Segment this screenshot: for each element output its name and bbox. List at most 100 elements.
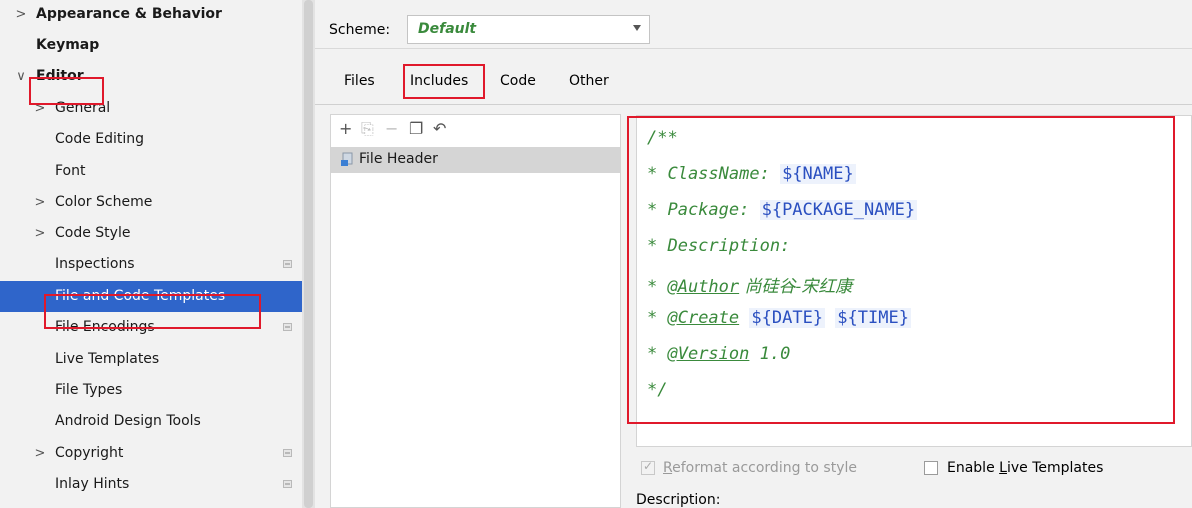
comment-text: 尚硅谷-宋红康	[739, 277, 853, 297]
sidebar-item-label: File Types	[55, 382, 123, 398]
sidebar-item-color-scheme[interactable]: > Color Scheme	[0, 187, 302, 218]
comment-text: * Package:	[647, 200, 760, 220]
template-code-editor[interactable]: /** * ClassName: ${NAME} * Package: ${PACK…	[636, 115, 1192, 447]
template-variable: ${PACKAGE_NAME}	[759, 200, 918, 220]
comment-text	[825, 308, 835, 328]
sidebar-item-file-and-code-templates[interactable]: File and Code Templates	[0, 281, 315, 312]
scheme-value: Default	[418, 21, 477, 37]
tab-includes[interactable]: Includes	[410, 73, 468, 89]
enable-live-templates-checkbox[interactable]	[924, 461, 938, 475]
tab-other[interactable]: Other	[569, 73, 609, 89]
sidebar-item-label: Keymap	[36, 37, 100, 53]
live-templates-label-rest: ive Templates	[1006, 460, 1104, 476]
live-templates-label-pre: Enable	[947, 460, 1000, 476]
dropdown-arrow-icon	[633, 25, 641, 31]
template-variable: ${NAME}	[780, 164, 856, 184]
sidebar-item-editor[interactable]: ∨ Editor	[0, 61, 302, 92]
sidebar-item-code-style[interactable]: > Code Style	[0, 218, 302, 249]
javadoc-tag: @Version	[667, 344, 750, 364]
sidebar-item-label: Editor	[36, 68, 84, 84]
code-line[interactable]: * Description:	[647, 236, 790, 256]
tabs-underline	[315, 104, 1192, 105]
javadoc-tag: @Create	[667, 308, 740, 328]
chevron-right-icon[interactable]: >	[14, 0, 28, 30]
javadoc-tag: @Author	[667, 277, 740, 297]
sidebar-item-label: Android Design Tools	[55, 413, 201, 429]
code-line[interactable]: * Package: ${PACKAGE_NAME}	[647, 200, 918, 220]
scheme-dropdown[interactable]: Default	[407, 15, 650, 44]
project-scope-icon	[283, 449, 292, 457]
sidebar-item-label: File Encodings	[55, 319, 155, 335]
reformat-label: Reformat according to style	[663, 460, 857, 476]
code-line[interactable]: * @Version 1.0	[647, 344, 790, 364]
chevron-right-icon[interactable]: >	[33, 93, 47, 124]
duplicate-icon[interactable]: ❐	[409, 119, 423, 138]
comment-text: * Description:	[647, 236, 791, 256]
comment-text: * ClassName:	[647, 164, 781, 184]
reformat-label-mnemonic: R	[663, 460, 673, 476]
code-line[interactable]: * ClassName: ${NAME}	[647, 164, 856, 184]
plus-icon[interactable]: +	[339, 119, 352, 138]
sidebar-item-code-editing[interactable]: Code Editing	[0, 124, 302, 155]
chevron-down-icon[interactable]: ∨	[14, 61, 28, 92]
live-templates-label-mnemonic: L	[999, 460, 1007, 476]
comment-text: */	[647, 380, 668, 400]
file-template-icon	[341, 152, 353, 166]
project-scope-icon	[283, 480, 292, 488]
template-toolbar: + ⎘ − ❐ ↶	[331, 115, 621, 145]
settings-sidebar: > Appearance & Behavior Keymap ∨ Editor > Gene…	[0, 0, 315, 508]
list-item-label: File Header	[359, 151, 438, 167]
sidebar-item-android-design-tools[interactable]: Android Design Tools	[0, 406, 302, 437]
code-line[interactable]: /**	[647, 128, 678, 148]
code-line[interactable]: * @Create ${DATE} ${TIME}	[647, 308, 911, 328]
scrollbar-thumb[interactable]	[304, 0, 313, 508]
sidebar-item-label: Inspections	[55, 256, 135, 272]
chevron-right-icon[interactable]: >	[33, 187, 47, 218]
tab-code[interactable]: Code	[500, 73, 536, 89]
sidebar-scrollbar[interactable]	[302, 0, 315, 508]
sidebar-item-appearance-behavior[interactable]: > Appearance & Behavior	[0, 0, 302, 30]
reset-icon[interactable]: ↶	[433, 119, 446, 138]
file-and-code-templates-panel: Scheme: Default Files Includes Code Othe…	[315, 0, 1192, 508]
code-line[interactable]: * @Author 尚硅谷-宋红康	[647, 272, 852, 297]
template-variable: ${DATE}	[749, 308, 826, 328]
sidebar-item-file-types[interactable]: File Types	[0, 375, 302, 406]
sidebar-item-label: File and Code Templates	[55, 288, 226, 304]
minus-icon[interactable]: −	[385, 119, 398, 138]
divider	[315, 48, 1192, 49]
tab-files[interactable]: Files	[344, 73, 375, 89]
comment-text: *	[647, 308, 668, 328]
description-label: Description:	[636, 492, 721, 508]
sidebar-item-inspections[interactable]: Inspections	[0, 249, 302, 280]
sidebar-item-font[interactable]: Font	[0, 156, 302, 187]
enable-live-templates-label: Enable Live Templates	[947, 460, 1103, 476]
sidebar-item-file-encodings[interactable]: File Encodings	[0, 312, 302, 343]
chevron-right-icon[interactable]: >	[33, 438, 47, 469]
comment-text: *	[647, 344, 668, 364]
sidebar-item-copyright[interactable]: > Copyright	[0, 438, 302, 469]
reformat-checkbox[interactable]: ✓	[641, 459, 655, 475]
code-line[interactable]: */	[647, 380, 667, 400]
list-item-file-header[interactable]: File Header	[331, 147, 620, 173]
sidebar-item-general[interactable]: > General	[0, 93, 302, 124]
reformat-label-text: eformat according to style	[672, 460, 857, 476]
project-scope-icon	[283, 260, 292, 268]
copy-template-icon[interactable]: ⎘	[361, 119, 374, 139]
template-variable: ${TIME}	[835, 308, 911, 328]
sidebar-item-label: Code Editing	[55, 131, 145, 147]
chevron-right-icon[interactable]: >	[33, 218, 47, 249]
sidebar-item-label: Color Scheme	[55, 194, 153, 210]
comment-text: 1.0	[749, 344, 791, 364]
sidebar-item-label: Inlay Hints	[55, 476, 130, 492]
sidebar-item-label: Copyright	[55, 445, 124, 461]
sidebar-item-label: General	[55, 100, 111, 116]
sidebar-item-label: Appearance & Behavior	[36, 6, 222, 22]
sidebar-item-live-templates[interactable]: Live Templates	[0, 344, 302, 375]
sidebar-item-keymap[interactable]: Keymap	[0, 30, 302, 61]
sidebar-item-inlay-hints[interactable]: Inlay Hints	[0, 469, 302, 500]
scheme-label: Scheme:	[329, 22, 391, 38]
sidebar-item-label: Live Templates	[55, 351, 160, 367]
sidebar-item-label: Font	[55, 163, 86, 179]
check-icon: ✓	[643, 459, 654, 473]
sidebar-item-label: Code Style	[55, 225, 131, 241]
